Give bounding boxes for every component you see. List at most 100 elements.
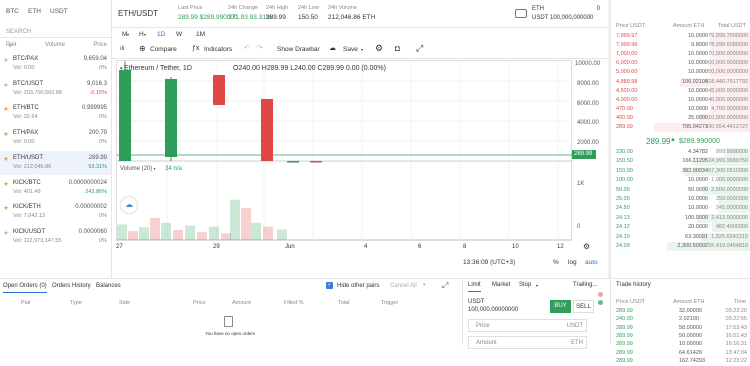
pair-row[interactable]: ★ BTC/USDT Vol: 203,700,560.68 9,016.3 -0.15… — [0, 77, 111, 101]
pair-row[interactable]: ★ ETH/BTC Vol: 32.64 0.999995 0% — [0, 101, 111, 125]
tab-stop[interactable]: Stop — [519, 282, 531, 288]
pair-row[interactable]: ★ KICK/BTC Vol: 401.49 0.0000000024 242.86% — [0, 176, 111, 200]
pair-name: BTC/USDT — [13, 80, 43, 87]
interval-w[interactable]: W — [176, 31, 182, 38]
ask-row[interactable]: 4,889.98 106.02104 518,440.7617792 — [611, 77, 750, 87]
bid-row[interactable]: 150.00 382.00034 57,300.0510000 — [611, 166, 750, 176]
candle-body — [119, 70, 131, 161]
price-input[interactable]: Price USDT — [468, 319, 587, 332]
ask-row[interactable]: 5,000.00 10.0000 50,000.0000000 — [611, 68, 750, 78]
pair-name: KICK/BTC — [13, 179, 41, 186]
expand-icon[interactable]: ⤢ — [442, 281, 448, 291]
star-icon[interactable]: ★ — [3, 180, 9, 188]
percent-toggle[interactable]: % — [553, 259, 559, 266]
pair-volume: Vol: 0.00 — [13, 65, 35, 71]
quote-tab-btc[interactable]: BTC — [6, 8, 19, 15]
pair-row[interactable]: ★ BTC/PAX Vol: 0.00 9,659.04 0% — [0, 52, 111, 76]
volume-header[interactable]: Volume — [45, 42, 65, 48]
auto-toggle[interactable]: auto — [585, 259, 598, 266]
bid-row[interactable]: 24.13 100.0000 2,413.0000000 — [611, 213, 750, 223]
add-icon[interactable]: ⊕ — [139, 44, 146, 53]
log-toggle[interactable]: log — [568, 259, 577, 266]
tab-market[interactable]: Market — [492, 282, 510, 288]
price-chart[interactable]: ▾ Ethereum / Tether, 1D O240.00 H289.99 … — [116, 60, 573, 241]
star-icon[interactable]: ★ — [3, 229, 9, 237]
volume-bar — [161, 222, 171, 241]
price-header[interactable]: Price — [93, 42, 107, 48]
hide-pairs-label: Hide other pairs — [337, 283, 380, 289]
interval-1m[interactable]: 1M — [196, 31, 205, 38]
fullscreen-icon[interactable]: ⤢ — [416, 43, 423, 54]
hide-pairs-checkbox[interactable]: ✓ — [326, 282, 333, 289]
tab-balances[interactable]: Balances — [96, 283, 121, 289]
bid-row[interactable]: 25.00 10.0000 250.0000000 — [611, 195, 750, 204]
bid-row[interactable]: 24.09 2,300.50002 55,419.0454818 — [611, 242, 750, 251]
chart-settings-icon[interactable]: ⚙ — [583, 242, 590, 251]
indicators-button[interactable]: Indicators — [204, 46, 232, 53]
cloud-icon[interactable]: ☁ — [329, 44, 336, 52]
bid-row[interactable]: 100.00 10.0000 1,000.0000000 — [611, 176, 750, 186]
quote-tab-usdt[interactable]: USDT — [50, 8, 68, 15]
redo-icon[interactable]: ↷ — [257, 44, 263, 52]
candle-type-icon[interactable]: ılı — [120, 46, 125, 52]
tab-limit[interactable]: Limit — [468, 282, 481, 292]
chart-clock: 13:36:09 (UTC+3) — [463, 259, 516, 266]
search-input[interactable]: SEARCH — [0, 26, 111, 38]
camera-icon[interactable]: ◘ — [395, 44, 400, 53]
ask-row[interactable]: 289.99 795.04273 230,554.4412727 — [611, 123, 750, 132]
ask-row[interactable]: 6,000.00 10.0000 60,000.0000000 — [611, 59, 750, 69]
gear-icon[interactable]: ⚙ — [375, 43, 383, 54]
undo-icon[interactable]: ↶ — [244, 44, 250, 52]
pair-price: 0.00000002 — [75, 204, 107, 211]
cancel-all-button[interactable]: Cancel All — [390, 283, 417, 289]
ask-row[interactable]: 470.00 10.0000 4,700.0000000 — [611, 104, 750, 114]
interval-1d[interactable]: 1D — [157, 31, 165, 38]
wallet-icon[interactable] — [515, 9, 527, 18]
history-header-price: Price USDT — [616, 299, 646, 305]
buy-button[interactable]: BUY — [550, 300, 571, 313]
star-icon[interactable]: ★ — [3, 56, 9, 64]
y-tick: 4000.00 — [577, 120, 599, 126]
ask-row[interactable]: 4,000.00 10.0000 40,000.0000000 — [611, 95, 750, 105]
col-trigger: Trigger — [381, 300, 399, 306]
indicators-icon[interactable]: ƒx — [192, 45, 199, 52]
bid-row[interactable]: 24.10 63.30091 1,525.6241319 — [611, 232, 750, 242]
bid-row[interactable]: 24.50 10.0000 245.0000000 — [611, 204, 750, 214]
pair-row[interactable]: ★ KICK/USDT Vol: 112,973,147.55 0.0000060 0% — [0, 225, 111, 249]
bid-price: 24.50 — [616, 205, 630, 212]
ask-row[interactable]: 7,999.96 9.8000 78,399.6080000 — [611, 41, 750, 51]
ask-total: 45,000.0000000 — [708, 87, 748, 94]
bid-row[interactable]: 50.00 50.0000 2,500.0000000 — [611, 185, 750, 195]
bid-row[interactable]: 24.12 20.0000 482.4000000 — [611, 223, 750, 233]
y-tick: 10000.00 — [575, 61, 601, 67]
pair-row[interactable]: ★ KICK/ETH Vol: 7,042.13 0.00000002 0% — [0, 200, 111, 224]
save-button[interactable]: Save — [343, 46, 358, 53]
volume-bar — [185, 225, 195, 241]
ask-row[interactable]: 400.00 25.0000 10,000.0000000 — [611, 113, 750, 123]
bid-row[interactable]: 150.50 166.11295 24,999.9989750 — [611, 157, 750, 167]
star-icon[interactable]: ★ — [3, 155, 9, 163]
ask-row[interactable]: 4,500.00 10.0000 45,000.0000000 — [611, 86, 750, 96]
ask-row[interactable]: 7,999.97 10.0000 79,999.7000000 — [611, 32, 750, 41]
chart-canvas[interactable] — [117, 61, 573, 241]
ask-row[interactable]: 7,000.00 10.0000 70,000.0000000 — [611, 50, 750, 60]
pair-price: 9,659.04 — [83, 56, 107, 62]
bid-row[interactable]: 230.00 4.34782 999.9986000 — [611, 148, 750, 157]
star-icon[interactable]: ★ — [3, 130, 9, 138]
candle-body — [310, 161, 322, 163]
star-icon[interactable]: ★ — [3, 204, 9, 212]
star-icon[interactable]: ★ — [3, 81, 9, 89]
drawbar-button[interactable]: Show Drawbar — [277, 46, 320, 53]
tab-open-orders[interactable]: Open Orders (0) — [3, 283, 47, 293]
amount-input[interactable]: Amount ETH — [468, 336, 587, 349]
quote-tab-eth[interactable]: ETH — [28, 8, 41, 15]
trailing-dropdown[interactable]: Trailing... — [573, 282, 597, 288]
star-icon[interactable]: ★ — [3, 105, 9, 113]
tab-orders-history[interactable]: Orders History — [52, 283, 91, 289]
compare-button[interactable]: Compare — [150, 46, 177, 53]
x-tick: 12 — [557, 244, 564, 250]
pair-row[interactable]: ★ ETH/USDT Vol: 212,046.86 289.99 93.31% — [0, 150, 111, 175]
pair-row[interactable]: ★ ETH/PAX Vol: 0.00 200.79 0% — [0, 126, 111, 150]
sell-button[interactable]: SELL — [573, 300, 594, 313]
interval-h[interactable]: H — [139, 31, 144, 38]
